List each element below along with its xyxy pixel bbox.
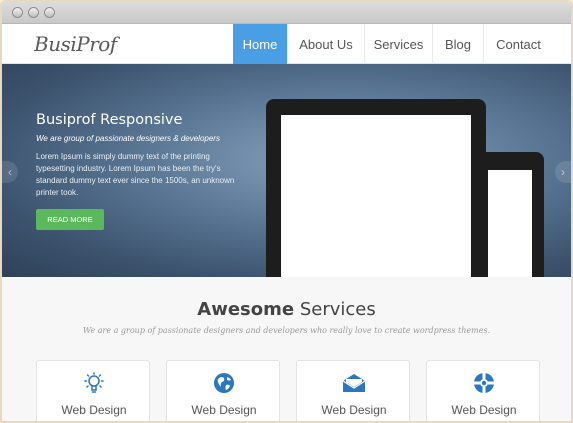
services-heading-bold: Awesome	[197, 299, 295, 320]
close-window-button[interactable]	[12, 7, 23, 18]
site-header: BusiProf Home About Us Services Blog Con…	[2, 24, 571, 64]
main-nav: Home About Us Services Blog Contact	[233, 24, 553, 64]
service-card-label: Web Design	[61, 403, 127, 417]
nav-item-services[interactable]: Services	[364, 24, 432, 64]
browser-window: BusiProf Home About Us Services Blog Con…	[0, 0, 573, 423]
hero-slider: Busiprof Responsive We are group of pass…	[2, 64, 571, 277]
service-card[interactable]: Web Design	[36, 360, 151, 421]
lifebuoy-icon	[427, 372, 541, 394]
hero-description: Lorem Ipsum is simply dummy text of the …	[36, 152, 235, 197]
nav-item-blog[interactable]: Blog	[432, 24, 483, 64]
site-logo[interactable]: BusiProf	[34, 32, 117, 56]
globe-icon	[167, 372, 281, 394]
slider-prev-arrow-icon[interactable]: ‹	[2, 161, 18, 183]
tablet-device-graphic	[266, 99, 486, 277]
hero-title: Busiprof Responsive	[36, 112, 183, 128]
nav-item-contact[interactable]: Contact	[483, 24, 553, 64]
minimize-window-button[interactable]	[28, 7, 39, 18]
service-card[interactable]: Web Design	[426, 360, 541, 421]
services-heading: Awesome Services	[2, 299, 571, 320]
envelope-icon	[297, 372, 411, 394]
hero-subtitle: We are group of passionate designers & d…	[36, 134, 220, 143]
read-more-button[interactable]: READ MORE	[36, 209, 104, 230]
slider-next-arrow-icon[interactable]: ›	[555, 161, 571, 183]
service-card-label: Web Design	[451, 403, 517, 417]
nav-item-home[interactable]: Home	[233, 24, 287, 64]
service-card-label: Web Design	[321, 403, 387, 417]
services-heading-rest: Services	[294, 299, 376, 320]
lightbulb-icon	[37, 372, 151, 394]
service-card[interactable]: Web Design	[296, 360, 411, 421]
window-titlebar	[2, 2, 571, 24]
nav-item-about-us[interactable]: About Us	[287, 24, 364, 64]
service-card[interactable]: Web Design	[166, 360, 281, 421]
phone-device-graphic	[476, 152, 544, 277]
services-section: Awesome Services We are a group of passi…	[2, 277, 571, 421]
services-tagline: We are a group of passionate designers a…	[82, 326, 491, 335]
maximize-window-button[interactable]	[44, 7, 55, 18]
service-card-label: Web Design	[191, 403, 257, 417]
